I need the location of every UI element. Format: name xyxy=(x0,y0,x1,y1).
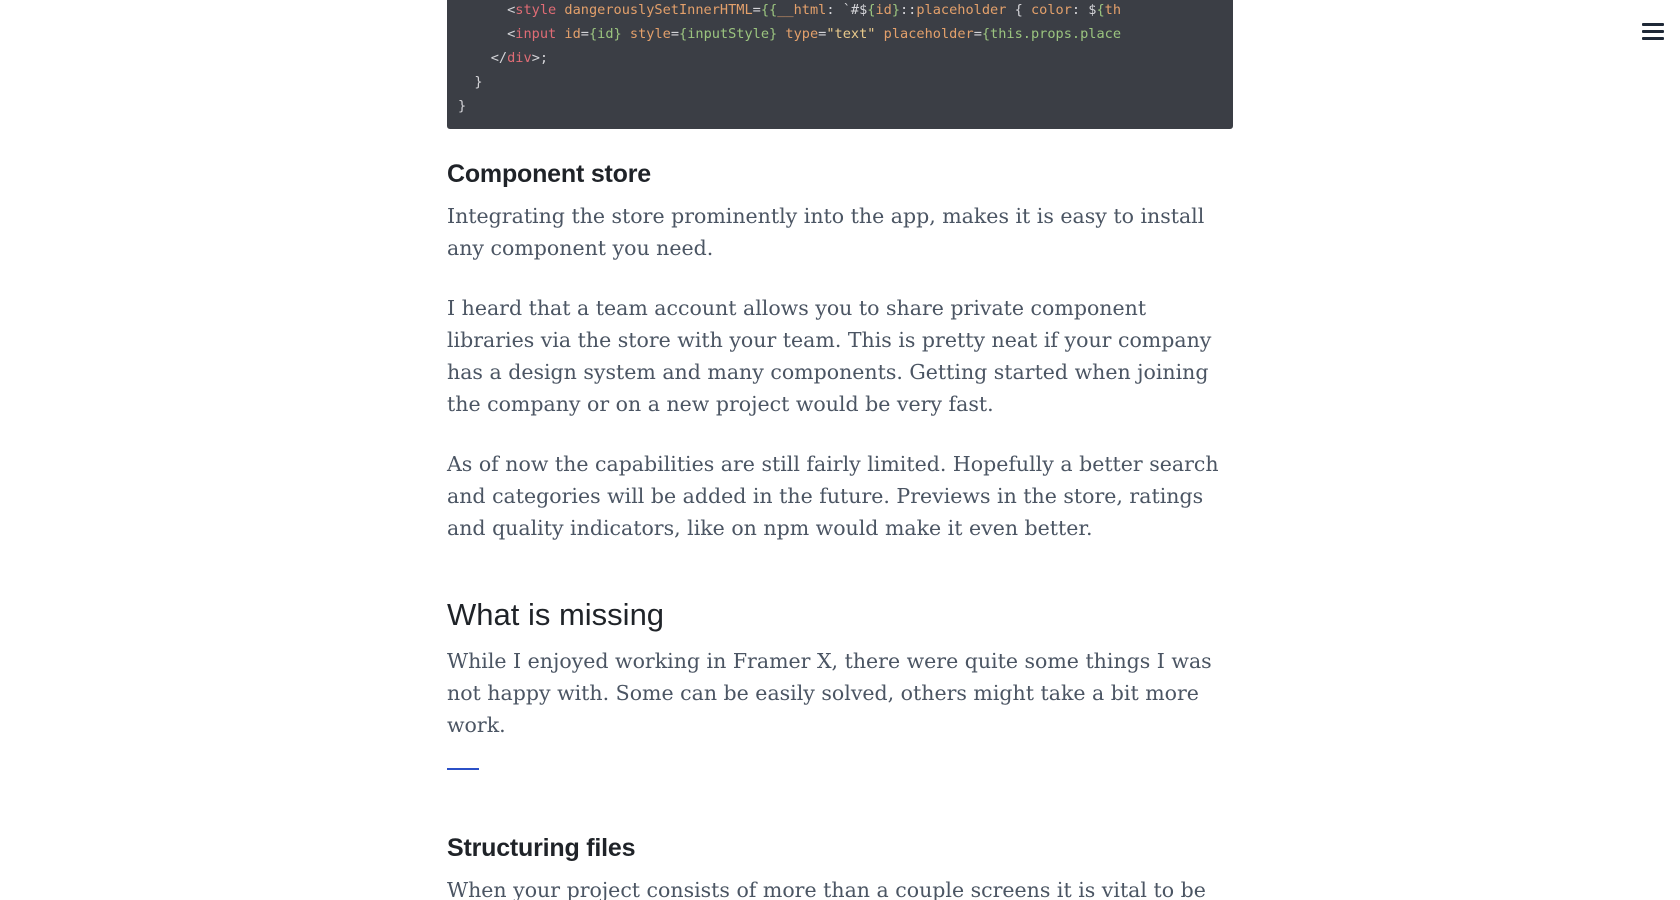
article: <style dangerouslySetInnerHTML={{__html:… xyxy=(447,0,1233,900)
code-block: <style dangerouslySetInnerHTML={{__html:… xyxy=(447,0,1233,129)
section-title-structuring-files: Structuring files xyxy=(447,834,636,862)
section-title-component-store: Component store xyxy=(447,160,651,188)
paragraph: Integrating the store prominently into t… xyxy=(447,204,1205,260)
paragraph: I heard that a team account allows you t… xyxy=(447,296,1212,416)
hamburger-menu-icon[interactable] xyxy=(1642,20,1664,42)
section-title-what-is-missing: What is missing xyxy=(447,597,665,632)
code-line: } xyxy=(474,74,483,90)
paragraph: As of now the capabilities are still fai… xyxy=(447,452,1219,540)
code-line: } xyxy=(458,98,467,114)
section-divider xyxy=(447,768,479,770)
code-line: </div>; xyxy=(490,50,549,66)
paragraph: While I enjoyed working in Framer X, the… xyxy=(447,649,1212,737)
paragraph: When your project consists of more than … xyxy=(447,878,1206,900)
code-line: <style dangerouslySetInnerHTML={{__html:… xyxy=(507,2,1122,18)
code-line: <input id={id} style={inputStyle} type="… xyxy=(507,26,1122,42)
